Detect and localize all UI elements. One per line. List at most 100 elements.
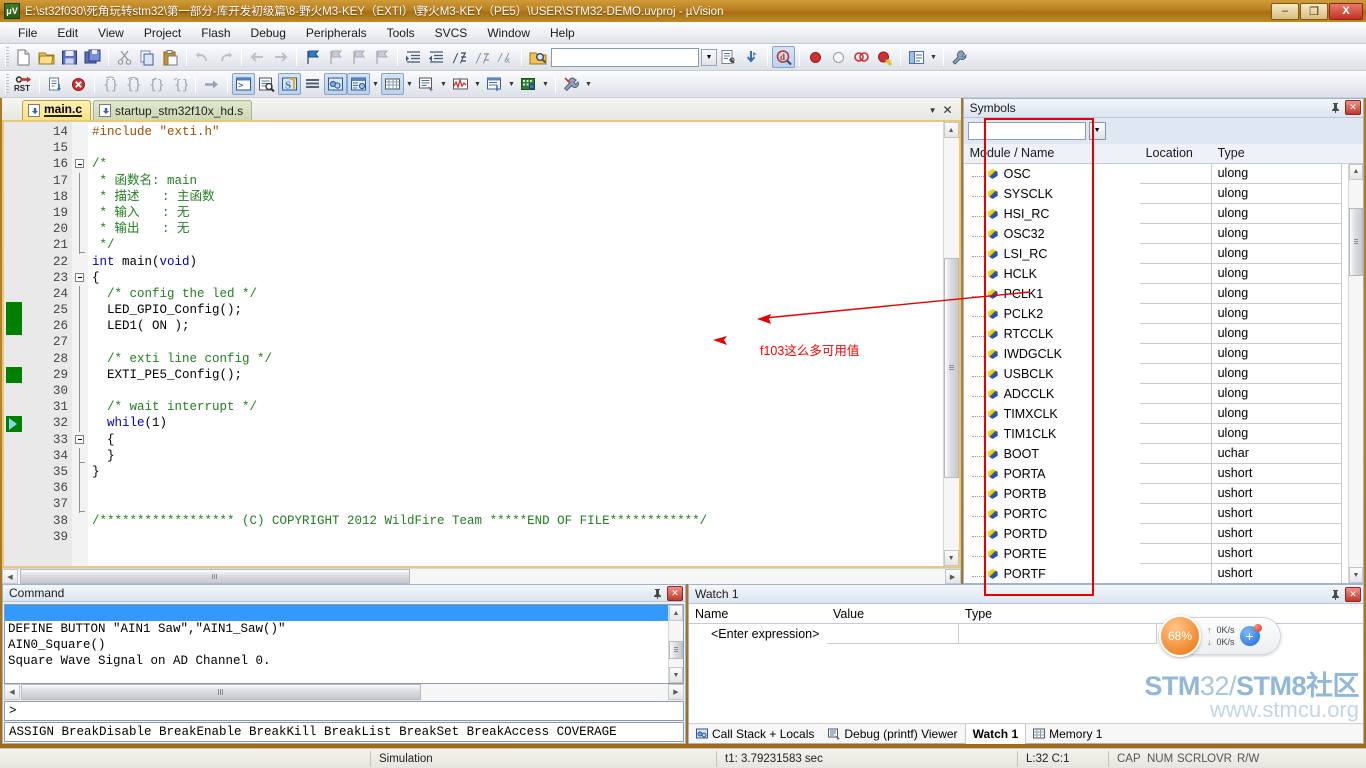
code-line[interactable]: * 输入 : 无 bbox=[92, 205, 943, 221]
symbol-type-cell[interactable]: ulong bbox=[1211, 343, 1342, 364]
pin-icon[interactable] bbox=[649, 586, 665, 601]
menu-flash[interactable]: Flash bbox=[191, 24, 240, 42]
scroll-left-icon[interactable]: ◀ bbox=[2, 569, 18, 584]
code-line[interactable]: LED_GPIO_Config(); bbox=[92, 302, 943, 318]
symbol-location-cell[interactable] bbox=[1139, 243, 1212, 264]
fold-toggle-icon[interactable] bbox=[75, 272, 84, 282]
indent-icon[interactable] bbox=[402, 46, 425, 68]
navigate-back-icon[interactable] bbox=[246, 46, 269, 68]
vscroll-thumb[interactable] bbox=[943, 258, 959, 478]
symbol-type-cell[interactable]: ulong bbox=[1211, 363, 1342, 384]
symbol-name-cell[interactable]: BOOT bbox=[964, 447, 1140, 461]
insert-breakpoint-icon[interactable] bbox=[804, 46, 827, 68]
code-line[interactable]: /* wait interrupt */ bbox=[92, 399, 943, 415]
symbol-location-cell[interactable] bbox=[1139, 183, 1212, 204]
table-row[interactable]: OSC32 ulong bbox=[964, 223, 1348, 244]
symbols-table-body[interactable]: OSC ulong SYSCLK ulong HSI_RC ulong OSC32 ulong… bbox=[963, 163, 1363, 583]
command-window-icon[interactable]: >_ bbox=[232, 73, 255, 95]
new-file-icon[interactable] bbox=[12, 46, 35, 68]
code-line[interactable] bbox=[92, 496, 943, 512]
symbol-location-cell[interactable] bbox=[1139, 223, 1212, 244]
serial-window-icon[interactable] bbox=[415, 73, 438, 95]
hscroll-track[interactable] bbox=[18, 569, 945, 584]
symbol-location-cell[interactable] bbox=[1139, 403, 1212, 424]
symbol-location-cell[interactable] bbox=[1139, 343, 1212, 364]
editor-vertical-scrollbar[interactable]: ▲ ▼ bbox=[942, 122, 959, 566]
symbol-name-cell[interactable]: HSI_RC bbox=[964, 207, 1140, 221]
code-line[interactable] bbox=[92, 480, 943, 496]
symbols-scroll-up-icon[interactable]: ▲ bbox=[1349, 163, 1363, 180]
symbol-type-cell[interactable]: ulong bbox=[1211, 223, 1342, 244]
symbols-vscroll-thumb[interactable] bbox=[1349, 207, 1363, 276]
trace-window-icon[interactable] bbox=[483, 73, 506, 95]
call-stack-window-icon[interactable] bbox=[324, 73, 347, 95]
bookmark-clear-icon[interactable] bbox=[370, 46, 393, 68]
trace-window-dropdown-icon[interactable]: ▼ bbox=[506, 73, 517, 95]
symbols-vscroll-track[interactable] bbox=[1349, 179, 1363, 567]
symbol-name-cell[interactable]: HCLK bbox=[964, 267, 1140, 281]
debug-settings-dropdown-icon[interactable]: ▼ bbox=[583, 73, 594, 95]
save-all-icon[interactable] bbox=[81, 46, 104, 68]
comment-icon[interactable]: // bbox=[448, 46, 471, 68]
serial-window-dropdown-icon[interactable]: ▼ bbox=[438, 73, 449, 95]
menu-file[interactable]: File bbox=[8, 24, 47, 42]
symbol-name-cell[interactable]: RTCCLK bbox=[964, 327, 1140, 341]
pin-icon[interactable] bbox=[1327, 587, 1343, 602]
menu-edit[interactable]: Edit bbox=[47, 24, 88, 42]
configure-tools-icon[interactable] bbox=[948, 46, 971, 68]
symbol-name-cell[interactable]: PCLK2 bbox=[964, 307, 1140, 321]
code-line[interactable]: * 输出 : 无 bbox=[92, 221, 943, 237]
code-line[interactable] bbox=[92, 140, 943, 156]
tab-startup-s[interactable]: startup_stm32f10x_hd.s bbox=[93, 100, 253, 120]
symbols-scroll-down-icon[interactable]: ▼ bbox=[1349, 567, 1363, 583]
symbol-location-cell[interactable] bbox=[1139, 283, 1212, 304]
outdent-icon[interactable] bbox=[425, 46, 448, 68]
symbol-type-cell[interactable]: ulong bbox=[1211, 283, 1342, 304]
command-close-icon[interactable]: ✕ bbox=[667, 585, 683, 601]
analysis-window-icon[interactable] bbox=[449, 73, 472, 95]
table-row[interactable]: RTCCLK ulong bbox=[964, 323, 1348, 344]
watch-row-value[interactable] bbox=[827, 624, 959, 644]
menu-view[interactable]: View bbox=[88, 24, 134, 42]
code-line[interactable]: */ bbox=[92, 237, 943, 253]
debug-session-icon[interactable]: d bbox=[772, 46, 795, 68]
symbol-location-cell[interactable] bbox=[1139, 263, 1212, 284]
watch-row-type[interactable] bbox=[959, 624, 1157, 644]
symbol-type-cell[interactable]: ushort bbox=[1211, 463, 1342, 484]
find-input[interactable] bbox=[552, 48, 698, 66]
symbol-location-cell[interactable] bbox=[1139, 163, 1212, 184]
table-row[interactable]: PORTA ushort bbox=[964, 463, 1348, 484]
symbol-type-cell[interactable]: ushort bbox=[1211, 563, 1342, 583]
vscroll-track[interactable] bbox=[943, 138, 959, 550]
stop-icon[interactable] bbox=[67, 73, 90, 95]
symbol-type-cell[interactable]: ulong bbox=[1211, 303, 1342, 324]
symbol-name-cell[interactable]: TIM1CLK bbox=[964, 427, 1140, 441]
symbol-name-cell[interactable]: PORTA bbox=[964, 467, 1140, 481]
symbol-location-cell[interactable] bbox=[1139, 463, 1212, 484]
menu-peripherals[interactable]: Peripherals bbox=[296, 24, 377, 42]
code-line[interactable]: while(1) bbox=[92, 415, 943, 431]
command-vscroll-track[interactable] bbox=[669, 621, 683, 668]
code-line[interactable]: } bbox=[92, 448, 943, 464]
code-line[interactable]: int main(void) bbox=[92, 254, 943, 270]
tab-memory-1[interactable]: Memory 1 bbox=[1026, 724, 1109, 744]
watch-close-icon[interactable]: ✕ bbox=[1345, 586, 1361, 602]
reset-cpu-icon[interactable]: RST bbox=[12, 73, 35, 95]
watch-window-icon[interactable] bbox=[347, 73, 370, 95]
table-row[interactable]: PORTE ushort bbox=[964, 543, 1348, 564]
tab-watch-1[interactable]: Watch 1 bbox=[964, 723, 1027, 744]
symbol-name-cell[interactable]: PORTF bbox=[964, 567, 1140, 581]
run-to-cursor-icon[interactable]: {} bbox=[168, 73, 191, 95]
disable-all-breakpoints-icon[interactable] bbox=[873, 46, 896, 68]
command-scroll-left-icon[interactable]: ◀ bbox=[4, 684, 20, 701]
symbols-close-icon[interactable]: ✕ bbox=[1345, 100, 1361, 116]
scroll-up-icon[interactable]: ▲ bbox=[943, 122, 959, 138]
symbol-name-cell[interactable]: IWDGCLK bbox=[964, 347, 1140, 361]
symbols-filter-field[interactable] bbox=[967, 121, 1086, 140]
table-row[interactable]: ADCCLK ulong bbox=[964, 383, 1348, 404]
find-combo[interactable] bbox=[551, 47, 699, 67]
table-row[interactable]: PCLK2 ulong bbox=[964, 303, 1348, 324]
menu-tools[interactable]: Tools bbox=[377, 24, 425, 42]
command-horizontal-scrollbar[interactable]: ◀ ▶ bbox=[4, 684, 684, 701]
system-viewer-icon[interactable] bbox=[517, 73, 540, 95]
